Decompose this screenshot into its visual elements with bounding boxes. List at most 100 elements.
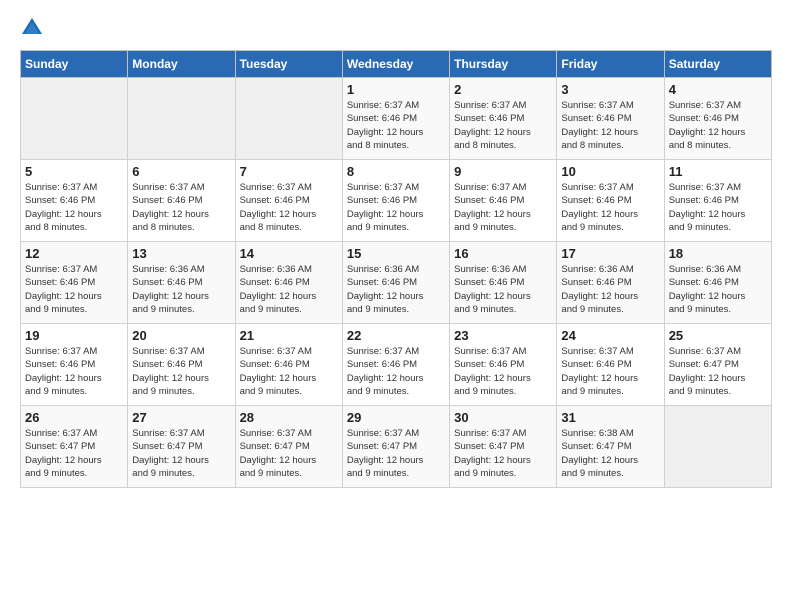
day-number: 15	[347, 246, 445, 261]
day-number: 4	[669, 82, 767, 97]
week-row-5: 26 Sunrise: 6:37 AM Sunset: 6:47 PM Dayli…	[21, 406, 772, 488]
day-cell: 4 Sunrise: 6:37 AM Sunset: 6:46 PM Daylig…	[664, 78, 771, 160]
day-info: Sunrise: 6:36 AM Sunset: 6:46 PM Dayligh…	[454, 263, 552, 316]
day-cell: 14 Sunrise: 6:36 AM Sunset: 6:46 PM Dayli…	[235, 242, 342, 324]
day-cell: 26 Sunrise: 6:37 AM Sunset: 6:47 PM Dayli…	[21, 406, 128, 488]
day-info: Sunrise: 6:37 AM Sunset: 6:46 PM Dayligh…	[669, 99, 767, 152]
day-info: Sunrise: 6:37 AM Sunset: 6:46 PM Dayligh…	[132, 345, 230, 398]
day-number: 22	[347, 328, 445, 343]
logo	[20, 16, 52, 40]
day-number: 29	[347, 410, 445, 425]
header	[20, 16, 772, 40]
day-number: 20	[132, 328, 230, 343]
day-info: Sunrise: 6:37 AM Sunset: 6:46 PM Dayligh…	[240, 345, 338, 398]
day-cell: 10Sunrise: 6:37 AM Sunset: 6:46 PM Dayli…	[557, 160, 664, 242]
day-cell: 12Sunrise: 6:37 AM Sunset: 6:46 PM Dayli…	[21, 242, 128, 324]
day-info: Sunrise: 6:37 AM Sunset: 6:47 PM Dayligh…	[669, 345, 767, 398]
day-cell: 29 Sunrise: 6:37 AM Sunset: 6:47 PM Dayli…	[342, 406, 449, 488]
day-number: 23	[454, 328, 552, 343]
day-number: 6	[132, 164, 230, 179]
header-cell-friday: Friday	[557, 51, 664, 78]
day-number: 25	[669, 328, 767, 343]
day-cell: 3 Sunrise: 6:37 AM Sunset: 6:46 PM Daylig…	[557, 78, 664, 160]
day-cell: 6Sunrise: 6:37 AM Sunset: 6:46 PM Daylig…	[128, 160, 235, 242]
day-cell: 25 Sunrise: 6:37 AM Sunset: 6:47 PM Dayli…	[664, 324, 771, 406]
day-cell: 21Sunrise: 6:37 AM Sunset: 6:46 PM Dayli…	[235, 324, 342, 406]
header-cell-saturday: Saturday	[664, 51, 771, 78]
day-number: 30	[454, 410, 552, 425]
day-cell: 8 Sunrise: 6:37 AM Sunset: 6:46 PM Daylig…	[342, 160, 449, 242]
logo-area	[20, 16, 52, 40]
day-info: Sunrise: 6:37 AM Sunset: 6:46 PM Dayligh…	[347, 99, 445, 152]
day-number: 1	[347, 82, 445, 97]
day-number: 8	[347, 164, 445, 179]
calendar: SundayMondayTuesdayWednesdayThursdayFrid…	[20, 50, 772, 488]
day-cell: 5Sunrise: 6:37 AM Sunset: 6:46 PM Daylig…	[21, 160, 128, 242]
week-row-4: 19Sunrise: 6:37 AM Sunset: 6:46 PM Dayli…	[21, 324, 772, 406]
day-number: 7	[240, 164, 338, 179]
day-info: Sunrise: 6:37 AM Sunset: 6:46 PM Dayligh…	[347, 345, 445, 398]
day-number: 26	[25, 410, 123, 425]
day-number: 16	[454, 246, 552, 261]
header-cell-sunday: Sunday	[21, 51, 128, 78]
day-cell: 11Sunrise: 6:37 AM Sunset: 6:46 PM Dayli…	[664, 160, 771, 242]
day-cell: 22 Sunrise: 6:37 AM Sunset: 6:46 PM Dayli…	[342, 324, 449, 406]
day-cell: 16 Sunrise: 6:36 AM Sunset: 6:46 PM Dayli…	[450, 242, 557, 324]
day-cell: 9Sunrise: 6:37 AM Sunset: 6:46 PM Daylig…	[450, 160, 557, 242]
day-cell: 23 Sunrise: 6:37 AM Sunset: 6:46 PM Dayli…	[450, 324, 557, 406]
week-row-2: 5Sunrise: 6:37 AM Sunset: 6:46 PM Daylig…	[21, 160, 772, 242]
day-info: Sunrise: 6:37 AM Sunset: 6:46 PM Dayligh…	[25, 263, 123, 316]
day-cell: 19Sunrise: 6:37 AM Sunset: 6:46 PM Dayli…	[21, 324, 128, 406]
day-info: Sunrise: 6:37 AM Sunset: 6:47 PM Dayligh…	[347, 427, 445, 480]
day-cell: 15 Sunrise: 6:36 AM Sunset: 6:46 PM Dayli…	[342, 242, 449, 324]
day-cell: 7Sunrise: 6:37 AM Sunset: 6:46 PM Daylig…	[235, 160, 342, 242]
day-cell: 28 Sunrise: 6:37 AM Sunset: 6:47 PM Dayli…	[235, 406, 342, 488]
day-cell: 18 Sunrise: 6:36 AM Sunset: 6:46 PM Dayli…	[664, 242, 771, 324]
day-number: 3	[561, 82, 659, 97]
calendar-header: SundayMondayTuesdayWednesdayThursdayFrid…	[21, 51, 772, 78]
day-info: Sunrise: 6:36 AM Sunset: 6:46 PM Dayligh…	[669, 263, 767, 316]
day-info: Sunrise: 6:37 AM Sunset: 6:46 PM Dayligh…	[561, 99, 659, 152]
day-number: 28	[240, 410, 338, 425]
day-info: Sunrise: 6:37 AM Sunset: 6:46 PM Dayligh…	[669, 181, 767, 234]
calendar-body: 1 Sunrise: 6:37 AM Sunset: 6:46 PM Daylig…	[21, 78, 772, 488]
day-info: Sunrise: 6:37 AM Sunset: 6:46 PM Dayligh…	[454, 345, 552, 398]
header-cell-tuesday: Tuesday	[235, 51, 342, 78]
day-info: Sunrise: 6:36 AM Sunset: 6:46 PM Dayligh…	[132, 263, 230, 316]
day-info: Sunrise: 6:37 AM Sunset: 6:47 PM Dayligh…	[25, 427, 123, 480]
day-info: Sunrise: 6:37 AM Sunset: 6:46 PM Dayligh…	[347, 181, 445, 234]
day-cell	[235, 78, 342, 160]
day-cell: 30 Sunrise: 6:37 AM Sunset: 6:47 PM Dayli…	[450, 406, 557, 488]
day-info: Sunrise: 6:37 AM Sunset: 6:47 PM Dayligh…	[454, 427, 552, 480]
day-number: 14	[240, 246, 338, 261]
day-number: 9	[454, 164, 552, 179]
day-number: 18	[669, 246, 767, 261]
day-cell: 17 Sunrise: 6:36 AM Sunset: 6:46 PM Dayli…	[557, 242, 664, 324]
day-cell	[664, 406, 771, 488]
day-cell: 31 Sunrise: 6:38 AM Sunset: 6:47 PM Dayli…	[557, 406, 664, 488]
day-info: Sunrise: 6:36 AM Sunset: 6:46 PM Dayligh…	[347, 263, 445, 316]
day-info: Sunrise: 6:36 AM Sunset: 6:46 PM Dayligh…	[561, 263, 659, 316]
day-number: 17	[561, 246, 659, 261]
day-number: 31	[561, 410, 659, 425]
day-cell: 1 Sunrise: 6:37 AM Sunset: 6:46 PM Daylig…	[342, 78, 449, 160]
day-number: 24	[561, 328, 659, 343]
day-cell: 20 Sunrise: 6:37 AM Sunset: 6:46 PM Dayli…	[128, 324, 235, 406]
day-info: Sunrise: 6:38 AM Sunset: 6:47 PM Dayligh…	[561, 427, 659, 480]
day-cell	[128, 78, 235, 160]
day-info: Sunrise: 6:36 AM Sunset: 6:46 PM Dayligh…	[240, 263, 338, 316]
day-info: Sunrise: 6:37 AM Sunset: 6:46 PM Dayligh…	[561, 345, 659, 398]
header-cell-thursday: Thursday	[450, 51, 557, 78]
day-number: 10	[561, 164, 659, 179]
day-cell: 2Sunrise: 6:37 AM Sunset: 6:46 PM Daylig…	[450, 78, 557, 160]
logo-icon	[20, 16, 44, 40]
day-number: 27	[132, 410, 230, 425]
week-row-1: 1 Sunrise: 6:37 AM Sunset: 6:46 PM Daylig…	[21, 78, 772, 160]
day-cell: 27Sunrise: 6:37 AM Sunset: 6:47 PM Dayli…	[128, 406, 235, 488]
day-info: Sunrise: 6:37 AM Sunset: 6:46 PM Dayligh…	[25, 181, 123, 234]
day-info: Sunrise: 6:37 AM Sunset: 6:47 PM Dayligh…	[240, 427, 338, 480]
day-cell: 24 Sunrise: 6:37 AM Sunset: 6:46 PM Dayli…	[557, 324, 664, 406]
day-info: Sunrise: 6:37 AM Sunset: 6:46 PM Dayligh…	[454, 99, 552, 152]
header-row: SundayMondayTuesdayWednesdayThursdayFrid…	[21, 51, 772, 78]
day-number: 13	[132, 246, 230, 261]
